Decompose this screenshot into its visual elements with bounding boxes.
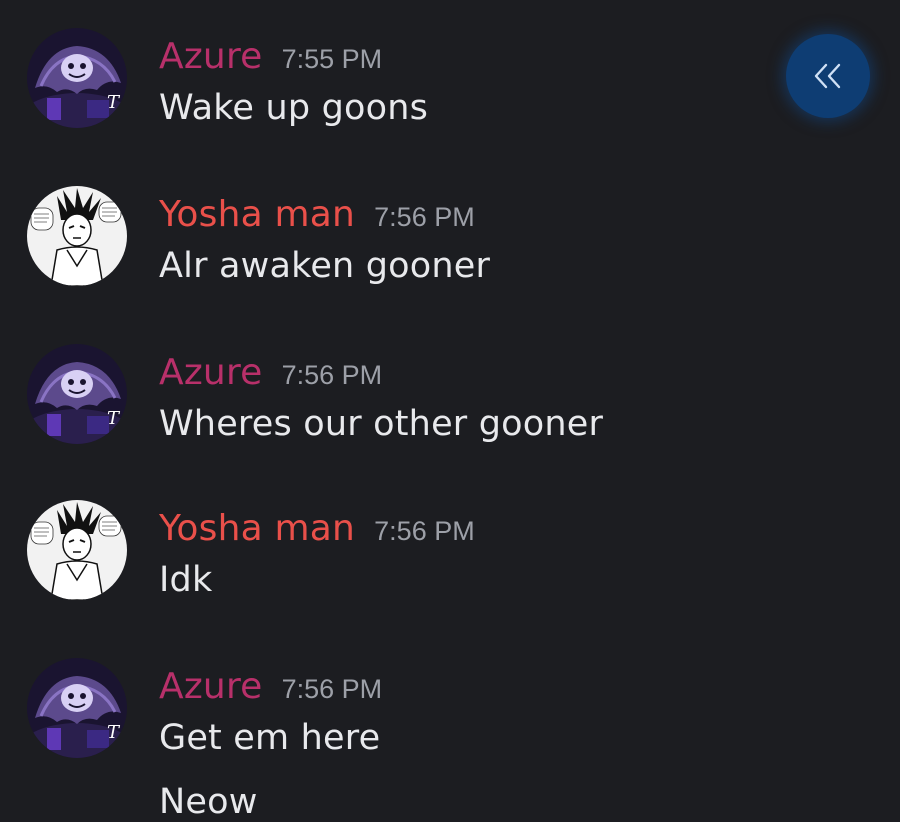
author-name[interactable]: Yosha man	[159, 508, 355, 549]
message-group: Yosha man 7:56 PM Idk	[0, 500, 760, 640]
message-group: T Azure 7:56 PM Get em here Neow	[0, 658, 760, 822]
svg-text:T: T	[107, 408, 121, 429]
message-text: Neow	[159, 782, 258, 822]
avatar-yosha-man[interactable]	[27, 186, 127, 286]
message-header: Azure 7:55 PM	[159, 36, 382, 77]
message-header: Yosha man 7:56 PM	[159, 194, 475, 235]
message-text: Wake up goons	[159, 88, 429, 128]
purple-ghost-avatar-icon: T	[27, 658, 127, 758]
author-name[interactable]: Azure	[159, 352, 263, 393]
purple-ghost-avatar-icon: T	[27, 344, 127, 444]
chat-message-list: T Azure 7:55 PM Wake up goons Yosha man …	[0, 0, 900, 822]
manga-character-avatar-icon	[27, 500, 127, 600]
message-text: Alr awaken gooner	[159, 246, 491, 286]
manga-character-avatar-icon	[27, 186, 127, 286]
timestamp: 7:55 PM	[281, 44, 383, 74]
svg-text:T: T	[107, 92, 121, 113]
author-name[interactable]: Azure	[159, 36, 263, 77]
avatar-azure[interactable]: T	[27, 28, 127, 128]
author-name[interactable]: Yosha man	[159, 194, 355, 235]
timestamp: 7:56 PM	[281, 674, 383, 704]
message-group: T Azure 7:55 PM Wake up goons	[0, 28, 760, 168]
avatar-yosha-man[interactable]	[27, 500, 127, 600]
avatar-azure[interactable]: T	[27, 344, 127, 444]
message-header: Azure 7:56 PM	[159, 352, 382, 393]
message-text: Wheres our other gooner	[159, 404, 604, 444]
message-header: Azure 7:56 PM	[159, 666, 382, 707]
message-group: T Azure 7:56 PM Wheres our other gooner	[0, 344, 760, 484]
purple-ghost-avatar-icon: T	[27, 28, 127, 128]
timestamp: 7:56 PM	[374, 516, 475, 546]
message-header: Yosha man 7:56 PM	[159, 508, 475, 549]
timestamp: 7:56 PM	[374, 202, 475, 232]
author-name[interactable]: Azure	[159, 666, 263, 707]
message-group: Yosha man 7:56 PM Alr awaken gooner	[0, 186, 760, 326]
double-chevron-left-icon	[814, 63, 841, 89]
svg-text:T: T	[107, 722, 121, 743]
timestamp: 7:56 PM	[281, 360, 383, 390]
avatar-azure[interactable]: T	[27, 658, 127, 758]
message-text: Get em here	[159, 718, 381, 758]
collapse-button[interactable]	[786, 34, 870, 118]
message-text: Idk	[159, 560, 213, 600]
